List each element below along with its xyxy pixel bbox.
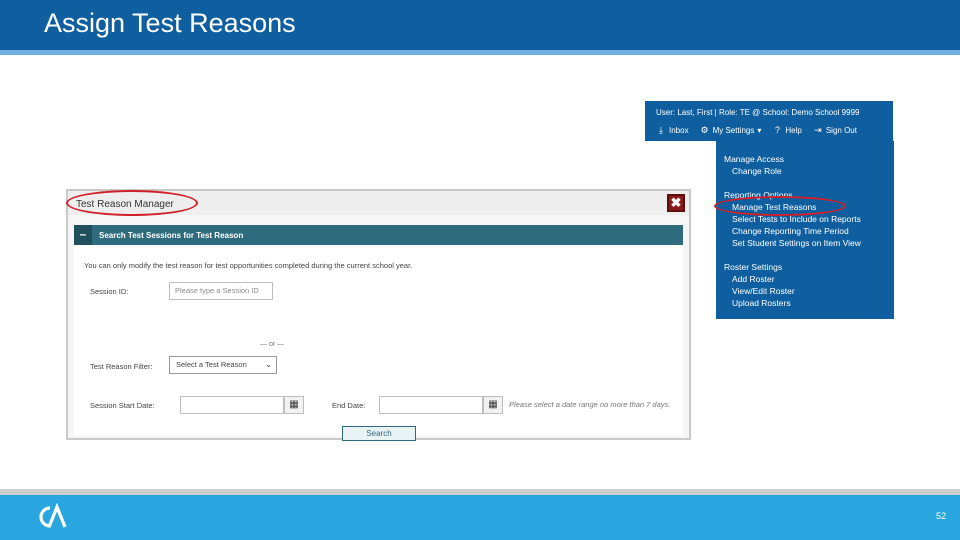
test-reason-select[interactable]: Select a Test Reason ⌄ xyxy=(169,356,277,374)
menu-item-change-reporting-time-period[interactable]: Change Reporting Time Period xyxy=(724,225,861,237)
slide-title-bar: Assign Test Reasons xyxy=(0,0,960,50)
menu-item-change-role[interactable]: Change Role xyxy=(724,165,784,177)
caret-down-icon: ▾ xyxy=(757,125,762,135)
session-id-input[interactable]: Please type a Session ID xyxy=(169,282,273,300)
search-button[interactable]: Search xyxy=(342,426,416,441)
test-reason-select-value: Select a Test Reason xyxy=(176,360,247,369)
start-date-label: Session Start Date: xyxy=(90,401,155,410)
menu-item-add-roster[interactable]: Add Roster xyxy=(724,273,795,285)
chevron-down-icon: ⌄ xyxy=(265,360,272,369)
slide-footer: 52 xyxy=(0,495,960,540)
end-date-input[interactable] xyxy=(379,396,483,414)
inbox-icon: ⤓ xyxy=(659,125,663,135)
page-number: 52 xyxy=(936,511,947,521)
inbox-label: Inbox xyxy=(669,125,689,135)
menu-item-view-edit-roster[interactable]: View/Edit Roster xyxy=(724,285,795,297)
sign-out-icon: ⇥ xyxy=(814,125,822,135)
gear-icon: ⚙ xyxy=(700,125,709,135)
menu-item-set-student-settings[interactable]: Set Student Settings on Item View xyxy=(724,237,861,249)
inbox-link[interactable]: ⤓ Inbox xyxy=(656,125,689,135)
date-range-hint: Please select a date range no more than … xyxy=(509,400,671,409)
menu-heading: Roster Settings xyxy=(724,262,783,272)
slide-title: Assign Test Reasons xyxy=(44,8,296,38)
help-icon: ? xyxy=(774,125,780,135)
ca-logo-icon xyxy=(39,503,67,528)
close-button[interactable]: ✖ xyxy=(667,194,685,212)
test-reason-manager-modal: Test Reason Manager ✖ – Search Test Sess… xyxy=(66,189,691,441)
highlight-oval-modal-title xyxy=(66,190,198,216)
intro-text: You can only modify the test reason for … xyxy=(84,261,413,270)
menu-group-roster-settings: Roster Settings Add Roster View/Edit Ros… xyxy=(724,261,795,309)
modal-body: – Search Test Sessions for Test Reason Y… xyxy=(74,225,683,441)
calendar-icon[interactable]: ▦ xyxy=(284,396,304,414)
calendar-icon[interactable]: ▦ xyxy=(483,396,503,414)
menu-group-manage-access: Manage Access Change Role xyxy=(724,153,784,177)
reason-filter-label: Test Reason Filter: xyxy=(90,362,153,371)
menu-heading: Manage Access xyxy=(724,154,785,164)
collapse-icon[interactable]: – xyxy=(74,225,92,245)
help-link[interactable]: ? Help xyxy=(772,125,802,135)
user-info: User: Last, First | Role: TE @ School: D… xyxy=(656,108,860,117)
search-section-header[interactable]: – Search Test Sessions for Test Reason xyxy=(74,225,683,245)
help-label: Help xyxy=(785,125,802,135)
start-date-input[interactable] xyxy=(180,396,284,414)
highlight-oval-manage-test-reasons xyxy=(714,196,846,216)
user-bar: User: Last, First | Role: TE @ School: D… xyxy=(645,101,893,141)
or-divider: — or — xyxy=(260,341,285,348)
my-settings-label: My Settings xyxy=(712,125,755,135)
user-nav: ⤓ Inbox ⚙ My Settings ▾ ? Help ⇥ Sign Ou… xyxy=(656,125,857,135)
title-stripe xyxy=(0,50,960,55)
my-settings-menu: Manage Access Change Role Reporting Opti… xyxy=(716,141,894,319)
my-settings-link[interactable]: ⚙ My Settings ▾ xyxy=(700,125,762,135)
sign-out-label: Sign Out xyxy=(825,125,857,135)
sign-out-link[interactable]: ⇥ Sign Out xyxy=(813,125,857,135)
session-id-label: Session ID: xyxy=(90,287,129,296)
end-date-label: End Date: xyxy=(332,401,366,410)
menu-item-upload-rosters[interactable]: Upload Rosters xyxy=(724,297,795,309)
section-title: Search Test Sessions for Test Reason xyxy=(99,231,244,240)
